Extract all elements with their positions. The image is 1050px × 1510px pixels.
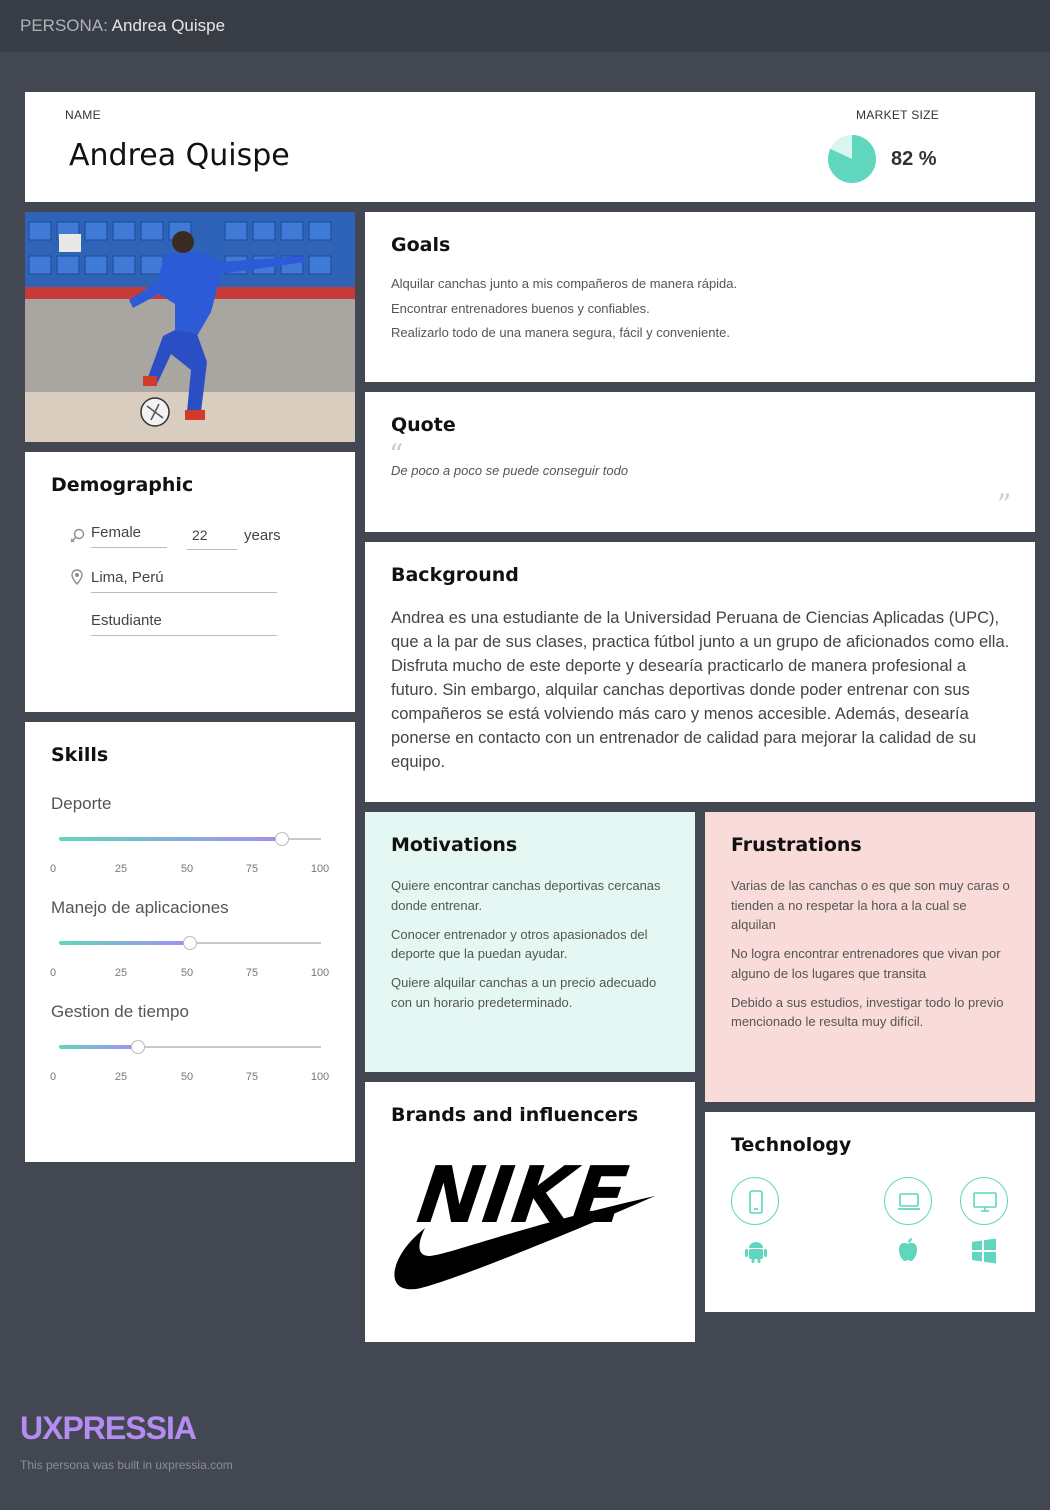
skill-scale-tick: 25 [114, 863, 128, 875]
background-text[interactable]: Andrea es una estudiante de la Universid… [391, 606, 1011, 774]
quote-text[interactable]: De poco a poco se puede conseguir todo [391, 463, 628, 478]
market-size-label: MARKET SIZE [856, 108, 940, 122]
skills-title: Skills [51, 744, 109, 766]
nike-logo[interactable]: NIKE [391, 1150, 661, 1294]
location-field[interactable]: Lima, Perú [91, 569, 277, 593]
gender-field[interactable]: Female [91, 524, 167, 548]
motivations-list: Quiere encontrar canchas deportivas cerc… [391, 876, 671, 1022]
occupation-field[interactable]: Estudiante [91, 612, 277, 636]
gender-icon [70, 528, 85, 543]
name-label: NAME [65, 108, 101, 122]
location-pin-icon [71, 569, 83, 585]
soccer-player-image [25, 212, 355, 442]
skill-scale-tick: 75 [245, 1071, 259, 1083]
apple-icon [899, 1238, 917, 1261]
built-with-text: This persona was built in uxpressia.com [20, 1458, 233, 1472]
demographic-card: Demographic Female 22 years Lima, Perú E… [25, 452, 355, 712]
persona-name[interactable]: Andrea Quispe [69, 138, 290, 173]
skill-slider-track[interactable] [59, 832, 321, 846]
skill-slider-handle[interactable] [183, 936, 197, 950]
brands-card: Brands and influencers NIKE [365, 1082, 695, 1342]
quote-card: Quote “ De poco a poco se puede consegui… [365, 392, 1035, 532]
close-quote-icon: ” [997, 488, 1012, 521]
motivation-item[interactable]: Quiere alquilar canchas a un precio adec… [391, 973, 671, 1012]
persona-title: Andrea Quispe [111, 16, 226, 35]
skill-scale-tick: 50 [180, 863, 194, 875]
brands-title: Brands and influencers [391, 1104, 639, 1126]
skill-slider-track[interactable] [59, 936, 321, 950]
skill-name: Deporte [51, 794, 112, 813]
mobile-icon[interactable] [731, 1177, 779, 1225]
laptop-icon[interactable] [884, 1177, 932, 1225]
skill-scale-tick: 0 [49, 863, 57, 875]
skill-scale-tick: 75 [245, 967, 259, 979]
skill-slider-track[interactable] [59, 1040, 321, 1054]
frustration-item[interactable]: Debido a sus estudios, investigar todo l… [731, 993, 1011, 1032]
skill-scale-tick: 25 [114, 967, 128, 979]
skill-slider-fill [59, 1045, 138, 1049]
technology-card: Technology [705, 1112, 1035, 1312]
age-field[interactable]: 22 [187, 527, 237, 550]
skill-slider-fill [59, 837, 282, 841]
goals-card: Goals Alquilar canchas junto a mis compa… [365, 212, 1035, 382]
nike-wordmark: NIKE [412, 1150, 633, 1241]
market-size-value: 82 % [891, 148, 937, 170]
skill-scale-tick: 75 [245, 863, 259, 875]
skill-name: Gestion de tiempo [51, 1002, 189, 1021]
frustration-item[interactable]: Varias de las canchas o es que son muy c… [731, 876, 1011, 935]
skill-scale-tick: 50 [180, 967, 194, 979]
windows-icon [972, 1238, 996, 1264]
skill-scale-tick: 25 [114, 1071, 128, 1083]
background-title: Background [391, 564, 519, 586]
motivations-title: Motivations [391, 834, 518, 856]
skill-scale: 0 25 50 75 100 [47, 863, 337, 877]
persona-photo[interactable] [25, 212, 355, 442]
skill-scale-tick: 0 [49, 967, 57, 979]
motivations-card: Motivations Quiere encontrar canchas dep… [365, 812, 695, 1072]
skill-slider-handle[interactable] [274, 832, 289, 846]
background-card: Background Andrea es una estudiante de l… [365, 542, 1035, 802]
goal-item[interactable]: Encontrar entrenadores buenos y confiabl… [391, 301, 1011, 316]
skill-scale-tick: 50 [180, 1071, 194, 1083]
skill-scale: 0 25 50 75 100 [47, 1071, 337, 1085]
top-bar: PERSONA: Andrea Quispe [0, 0, 1050, 52]
persona-prefix: PERSONA: [20, 16, 108, 35]
frustration-item[interactable]: No logra encontrar entrenadores que viva… [731, 944, 1011, 983]
goal-item[interactable]: Alquilar canchas junto a mis compañeros … [391, 276, 1011, 291]
android-icon [745, 1242, 767, 1263]
skill-slider-fill [59, 941, 190, 945]
goal-item[interactable]: Realizarlo todo de una manera segura, fá… [391, 325, 1011, 340]
skill-scale-tick: 100 [310, 967, 330, 979]
quote-title: Quote [391, 414, 456, 436]
skill-scale-tick: 100 [310, 863, 330, 875]
frustrations-title: Frustrations [731, 834, 862, 856]
uxpressia-logo[interactable]: UXPRESSIA [20, 1410, 197, 1447]
skills-card: Skills Deporte 0 25 50 75 100 Manejo de aplica… [25, 722, 355, 1162]
demographic-title: Demographic [51, 474, 194, 496]
skill-scale-tick: 100 [310, 1071, 330, 1083]
skill-scale-tick: 0 [49, 1071, 57, 1083]
skill-name: Manejo de aplicaciones [51, 898, 229, 917]
motivation-item[interactable]: Quiere encontrar canchas deportivas cerc… [391, 876, 671, 915]
age-unit: years [244, 527, 281, 544]
skill-slider-handle[interactable] [130, 1040, 145, 1054]
desktop-icon[interactable] [960, 1177, 1008, 1225]
market-size-pie [828, 135, 876, 183]
frustrations-card: Frustrations Varias de las canchas o es … [705, 812, 1035, 1102]
technology-title: Technology [731, 1134, 852, 1156]
persona-header: NAME Andrea Quispe MARKET SIZE 82 % [25, 92, 1035, 202]
frustrations-list: Varias de las canchas o es que son muy c… [731, 876, 1011, 1041]
skill-scale: 0 25 50 75 100 [47, 967, 337, 981]
motivation-item[interactable]: Conocer entrenador y otros apasionados d… [391, 925, 671, 964]
goals-title: Goals [391, 234, 451, 256]
goals-list: Alquilar canchas junto a mis compañeros … [391, 276, 1011, 350]
